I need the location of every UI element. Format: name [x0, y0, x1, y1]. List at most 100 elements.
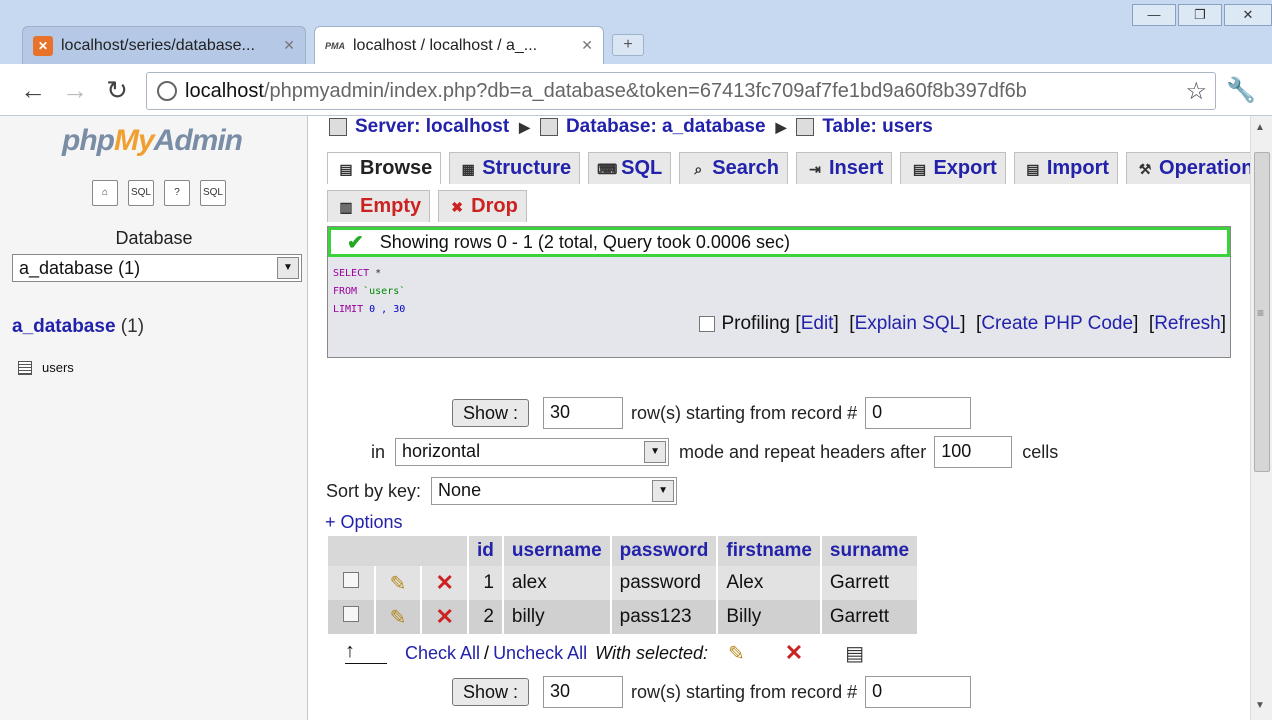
profiling-checkbox[interactable] — [699, 316, 716, 332]
page-info-icon[interactable] — [157, 81, 177, 101]
search-icon: ⌕ — [694, 160, 703, 177]
bulk-actions-row: ↑ Check All / Uncheck All With selected:… — [345, 640, 864, 666]
forward-button[interactable]: → — [58, 74, 92, 108]
window-controls: — ❐ ✕ — [1130, 4, 1272, 26]
bulk-export-icon[interactable]: ▤ — [845, 641, 864, 666]
wrench-icon[interactable]: 🔧 — [1226, 76, 1256, 105]
chevron-down-icon[interactable]: ▼ — [652, 480, 675, 502]
structure-icon: ▦ — [461, 160, 475, 177]
edit-pencil-icon[interactable]: ✎ — [390, 607, 407, 629]
edit-pencil-icon[interactable]: ✎ — [390, 573, 407, 595]
table-row: ✎ ✕ 2 billy pass123 Billy Garrett — [328, 600, 920, 634]
bulk-edit-icon[interactable]: ✎ — [728, 641, 745, 666]
actions-header — [328, 536, 469, 566]
delete-x-icon[interactable]: ✕ — [435, 570, 453, 595]
database-select[interactable]: a_database (1) ▼ — [12, 254, 302, 282]
tab-search[interactable]: ⌕ Search — [679, 152, 788, 184]
sql-query-text: SELECT * FROM `users` LIMIT 0 , 30 — [333, 268, 406, 315]
uncheck-all-link[interactable]: Uncheck All — [493, 643, 587, 664]
results-table: id username password firstname surname ✎… — [328, 536, 920, 634]
phpmyadmin-logo[interactable]: phpMyAdmin — [62, 124, 243, 158]
home-icon[interactable]: ⌂ — [92, 180, 118, 206]
tab-drop[interactable]: ✖ Drop — [438, 190, 527, 222]
cell-username: alex — [502, 566, 612, 600]
tab-sql[interactable]: ⌨ SQL — [588, 152, 672, 184]
breadcrumb-database[interactable]: Database: a_database — [566, 116, 766, 138]
close-window-button[interactable]: ✕ — [1224, 4, 1272, 26]
start-record-input[interactable]: 0 — [865, 676, 972, 708]
address-bar[interactable]: localhost/phpmyadmin/index.php?db=a_data… — [146, 72, 1216, 110]
database-label: Database — [115, 228, 193, 248]
table-icon — [18, 360, 32, 375]
sort-by-key-label: Sort by key: — [326, 480, 422, 501]
column-header-id[interactable]: id — [468, 536, 504, 566]
row-checkbox[interactable] — [342, 606, 359, 622]
tab-insert[interactable]: ⇥ Insert — [796, 152, 893, 184]
chevron-down-icon[interactable]: ▼ — [277, 257, 299, 279]
profiling-label: Profiling — [721, 313, 791, 334]
create-php-code-link[interactable]: Create PHP Code — [981, 313, 1133, 335]
sql-docs-icon[interactable]: SQL — [200, 180, 226, 206]
start-record-input[interactable]: 0 — [865, 397, 972, 429]
sidebar-table-users[interactable]: users — [18, 360, 74, 375]
options-link[interactable]: + Options — [325, 512, 403, 533]
sort-by-key-select[interactable]: None ▼ — [431, 477, 678, 505]
query-result-panel: ✔ Showing rows 0 - 1 (2 total, Query too… — [327, 226, 1231, 358]
sql-icon: ⌨ — [597, 160, 618, 177]
tab-empty[interactable]: ▥ Empty — [327, 190, 431, 222]
query-window-icon[interactable]: SQL — [128, 180, 154, 206]
vertical-scrollbar[interactable]: ▲ ≡ ▼ — [1250, 116, 1272, 720]
scroll-grip-icon: ≡ — [1257, 306, 1265, 320]
help-icon[interactable]: ? — [164, 180, 190, 206]
breadcrumb-separator: ▶ — [519, 118, 530, 135]
browser-tab-2-title: localhost / localhost / a_... — [353, 36, 538, 54]
breadcrumb-table[interactable]: Table: users — [822, 116, 933, 138]
column-header-surname[interactable]: surname — [820, 536, 920, 566]
show-button[interactable]: Show : — [452, 678, 530, 706]
tab-structure[interactable]: ▦ Structure — [449, 152, 581, 184]
tab-export[interactable]: ▤ Export — [900, 152, 1006, 184]
maximize-button[interactable]: ❐ — [1178, 4, 1222, 26]
show-rows-row: Show : 30 row(s) starting from record # … — [452, 397, 972, 429]
row-checkbox[interactable] — [342, 572, 359, 588]
column-header-username[interactable]: username — [502, 536, 612, 566]
reload-button[interactable]: ↻ — [100, 74, 134, 108]
rows-count-input[interactable]: 30 — [543, 397, 624, 429]
show-button[interactable]: Show : — [452, 399, 530, 427]
scroll-up-icon[interactable]: ▲ — [1255, 122, 1265, 133]
scroll-down-icon[interactable]: ▼ — [1255, 700, 1265, 711]
display-mode-select[interactable]: horizontal ▼ — [395, 438, 670, 466]
edit-link[interactable]: Edit — [801, 313, 834, 335]
browser-tab-1[interactable]: ✕ localhost/series/database... ✕ — [22, 26, 306, 64]
cell-username: billy — [502, 600, 612, 634]
checkmark-icon: ✔ — [347, 231, 364, 254]
bulk-delete-icon[interactable]: ✕ — [785, 640, 803, 666]
table-icon — [796, 118, 815, 136]
cell-surname: Garrett — [820, 600, 920, 634]
bookmark-star-icon[interactable]: ☆ — [1185, 77, 1207, 106]
check-all-link[interactable]: Check All — [405, 643, 480, 664]
chevron-down-icon[interactable]: ▼ — [644, 441, 667, 463]
close-icon[interactable]: ✕ — [283, 37, 295, 54]
tab-browse[interactable]: ▤ Browse — [327, 152, 442, 184]
browser-toolbar: ← → ↻ localhost/phpmyadmin/index.php?db=… — [0, 64, 1272, 116]
column-header-firstname[interactable]: firstname — [717, 536, 822, 566]
show-rows-row-bottom: Show : 30 row(s) starting from record # … — [452, 676, 972, 708]
rows-count-input[interactable]: 30 — [543, 676, 624, 708]
refresh-link[interactable]: Refresh — [1154, 313, 1221, 335]
row-checkbox-cell — [328, 600, 376, 634]
back-button[interactable]: ← — [16, 74, 50, 108]
starting-label: row(s) starting from record # — [631, 402, 858, 423]
database-link[interactable]: a_database (1) — [12, 316, 144, 338]
explain-sql-link[interactable]: Explain SQL — [855, 313, 961, 335]
row-checkbox-cell — [328, 566, 376, 600]
repeat-headers-input[interactable]: 100 — [934, 436, 1013, 468]
close-icon[interactable]: ✕ — [581, 37, 593, 54]
browser-tab-2[interactable]: PMA localhost / localhost / a_... ✕ — [314, 26, 604, 64]
new-tab-button[interactable]: + — [612, 34, 644, 56]
column-header-password[interactable]: password — [610, 536, 719, 566]
delete-x-icon[interactable]: ✕ — [435, 604, 453, 629]
breadcrumb-server[interactable]: Server: localhost — [355, 116, 509, 138]
tab-import[interactable]: ▤ Import — [1013, 152, 1119, 184]
minimize-button[interactable]: — — [1132, 4, 1176, 26]
